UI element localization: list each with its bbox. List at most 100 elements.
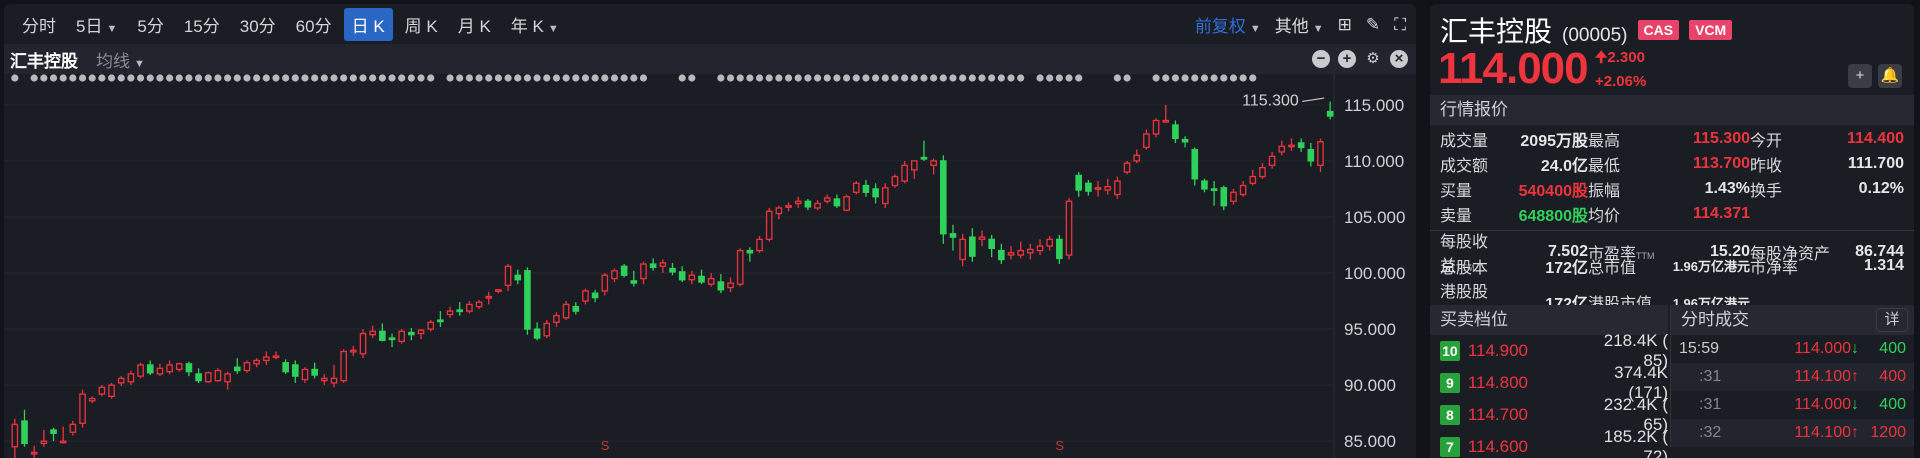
- candle-body[interactable]: [901, 164, 908, 182]
- candle-body[interactable]: [475, 301, 483, 308]
- period-tab[interactable]: 年 K ▼: [503, 8, 567, 41]
- event-marker-dot[interactable]: [311, 74, 319, 82]
- candle-body[interactable]: [601, 274, 609, 292]
- event-marker-dot[interactable]: [417, 74, 425, 82]
- candle-body[interactable]: [765, 210, 773, 241]
- candle-body[interactable]: [69, 423, 77, 433]
- event-marker-dot[interactable]: [891, 74, 899, 82]
- candle-body[interactable]: [456, 309, 464, 313]
- candle-body[interactable]: [582, 290, 589, 302]
- event-marker-dot[interactable]: [378, 74, 386, 82]
- candle-body[interactable]: [1259, 166, 1266, 178]
- event-marker-dot[interactable]: [1075, 74, 1083, 82]
- event-marker-dot[interactable]: [1229, 74, 1238, 82]
- candle-body[interactable]: [949, 233, 957, 238]
- period-tab[interactable]: 30分: [232, 8, 284, 41]
- event-marker-dot[interactable]: [1017, 74, 1025, 82]
- event-marker-dot[interactable]: [601, 74, 609, 82]
- candle-body[interactable]: [1326, 110, 1334, 117]
- candle-body[interactable]: [833, 198, 841, 207]
- candle-body[interactable]: [1075, 174, 1083, 191]
- event-marker-dot[interactable]: [591, 74, 599, 82]
- event-marker-dot[interactable]: [301, 74, 309, 82]
- candle-body[interactable]: [398, 330, 406, 343]
- candle-body[interactable]: [1172, 124, 1179, 140]
- candlestick-chart[interactable]: 115.000 110.000 105.000 100.000 95.000 90.000…: [4, 74, 1416, 458]
- candle-body[interactable]: [417, 329, 425, 335]
- event-marker-dot[interactable]: [1007, 74, 1015, 82]
- candle-body[interactable]: [1065, 200, 1073, 256]
- period-tab[interactable]: 周 K: [397, 8, 446, 41]
- candle-body[interactable]: [1317, 141, 1324, 167]
- candle-body[interactable]: [408, 331, 415, 336]
- event-marker-dot[interactable]: [136, 74, 145, 82]
- candle-body[interactable]: [1007, 252, 1015, 256]
- candle-body[interactable]: [1133, 154, 1141, 162]
- candle-body[interactable]: [1278, 145, 1286, 153]
- event-marker-dot[interactable]: [765, 74, 773, 82]
- candle-body[interactable]: [1085, 182, 1092, 192]
- candle-body[interactable]: [1249, 175, 1257, 184]
- candle-body[interactable]: [1162, 119, 1170, 123]
- event-marker-dot[interactable]: [523, 74, 532, 82]
- event-marker-dot[interactable]: [862, 74, 870, 82]
- candle-body[interactable]: [1297, 142, 1305, 149]
- event-marker-dot[interactable]: [939, 74, 947, 82]
- candle-body[interactable]: [243, 362, 251, 372]
- event-marker-dot[interactable]: [291, 74, 299, 82]
- event-marker-dot[interactable]: [1249, 74, 1257, 82]
- event-marker-dot[interactable]: [852, 74, 860, 82]
- candle-body[interactable]: [1268, 155, 1276, 167]
- event-marker-dot[interactable]: [262, 74, 270, 82]
- candle-body[interactable]: [330, 377, 338, 384]
- event-marker-dot[interactable]: [282, 74, 290, 82]
- candle-body[interactable]: [59, 440, 67, 444]
- candle-body[interactable]: [137, 364, 144, 377]
- event-marker-dot[interactable]: [988, 74, 996, 82]
- candle-body[interactable]: [775, 207, 783, 215]
- event-marker-dot[interactable]: [194, 74, 203, 82]
- candle-body[interactable]: [292, 364, 299, 377]
- event-marker-dot[interactable]: [1055, 74, 1063, 82]
- alert-bell-icon[interactable]: 🔔: [1878, 64, 1902, 88]
- candle-body[interactable]: [659, 262, 667, 267]
- candle-body[interactable]: [630, 280, 638, 284]
- candle-body[interactable]: [678, 271, 686, 281]
- candle-body[interactable]: [969, 236, 976, 257]
- event-marker-dot[interactable]: [1046, 74, 1054, 82]
- event-marker-dot[interactable]: [185, 74, 193, 82]
- event-marker-dot[interactable]: [688, 74, 696, 82]
- detail-button[interactable]: 详: [1876, 308, 1908, 332]
- candle-body[interactable]: [446, 310, 454, 316]
- candle-body[interactable]: [1017, 249, 1024, 256]
- event-marker-dot[interactable]: [233, 74, 241, 82]
- candle-body[interactable]: [30, 451, 38, 455]
- period-tab[interactable]: 60分: [288, 8, 340, 41]
- candle-body[interactable]: [823, 197, 831, 202]
- event-marker-dot[interactable]: [794, 74, 802, 82]
- candle-body[interactable]: [1210, 188, 1218, 192]
- event-marker-dot[interactable]: [320, 74, 328, 82]
- event-marker-dot[interactable]: [388, 74, 396, 82]
- event-marker-dot[interactable]: [88, 74, 96, 82]
- event-marker-dot[interactable]: [997, 74, 1005, 82]
- candle-body[interactable]: [233, 366, 241, 372]
- candle-body[interactable]: [282, 362, 289, 373]
- event-marker-dot[interactable]: [446, 74, 454, 82]
- candle-body[interactable]: [350, 349, 357, 353]
- event-marker-dot[interactable]: [146, 74, 154, 82]
- event-marker-dot[interactable]: [359, 74, 367, 82]
- event-marker-dot[interactable]: [49, 74, 58, 82]
- candle-body[interactable]: [1220, 187, 1228, 207]
- event-marker-dot[interactable]: [1181, 74, 1189, 82]
- event-marker-dot[interactable]: [59, 74, 67, 82]
- candle-body[interactable]: [214, 369, 222, 382]
- draw-pen-icon[interactable]: ✎: [1366, 15, 1380, 35]
- event-marker-dot[interactable]: [107, 74, 116, 82]
- candle-body[interactable]: [843, 196, 850, 211]
- candle-body[interactable]: [611, 270, 618, 280]
- candle-body[interactable]: [998, 249, 1005, 261]
- event-marker-dot[interactable]: [746, 74, 754, 82]
- layout-grid-icon[interactable]: ⊞: [1338, 15, 1352, 35]
- event-marker-dot[interactable]: [504, 74, 512, 82]
